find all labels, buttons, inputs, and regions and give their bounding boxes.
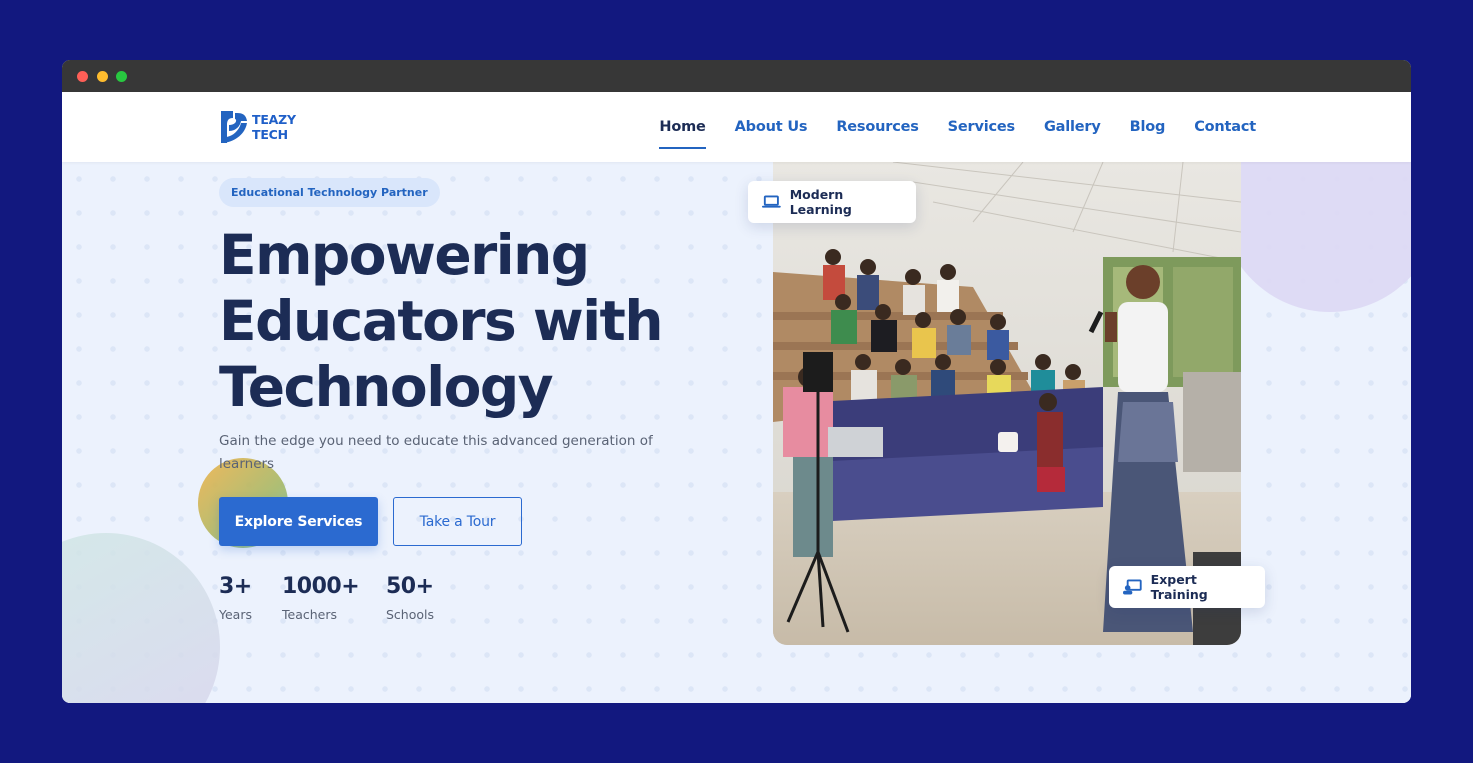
- expert-training-card: Expert Training: [1109, 566, 1265, 608]
- window-titlebar: [62, 60, 1411, 92]
- modern-learning-label: Modern Learning: [789, 187, 852, 217]
- headline-line-3: Technology: [219, 355, 554, 419]
- stat-value: 50+: [386, 574, 434, 599]
- maximize-window-button[interactable]: [116, 71, 127, 82]
- modern-learning-card: Modern Learning: [748, 181, 916, 223]
- explore-services-button[interactable]: Explore Services: [219, 497, 378, 546]
- decorative-circle-teal: [62, 533, 220, 703]
- nav-link-about-us[interactable]: About Us: [735, 119, 808, 135]
- logo-line-2: TECH: [252, 127, 288, 142]
- browser-window: TEAZY TECH Home About Us Resources Servi…: [62, 60, 1411, 703]
- site-logo[interactable]: TEAZY TECH: [219, 109, 296, 145]
- stat-value: 1000+: [282, 574, 360, 599]
- headline-line-2: Educators with: [219, 289, 664, 353]
- expert-training-label: Expert Training: [1150, 572, 1208, 602]
- stat-schools: 50+ Schools: [386, 574, 434, 622]
- site-header: TEAZY TECH Home About Us Resources Servi…: [62, 92, 1411, 162]
- headline-line-1: Empowering: [219, 223, 590, 287]
- hero-section: Educational Technology Partner Empowerin…: [62, 162, 1411, 703]
- nav-link-blog[interactable]: Blog: [1130, 119, 1166, 135]
- stat-label: Schools: [386, 607, 435, 622]
- decorative-circle-purple: [1220, 162, 1411, 312]
- stat-years: 3+ Years: [219, 574, 252, 622]
- nav-link-contact[interactable]: Contact: [1194, 119, 1256, 135]
- hero-badge: Educational Technology Partner: [219, 178, 440, 207]
- close-window-button[interactable]: [77, 71, 88, 82]
- minimize-window-button[interactable]: [97, 71, 108, 82]
- hero-subtitle: Gain the edge you need to educate this a…: [219, 433, 653, 472]
- nav-link-resources[interactable]: Resources: [836, 119, 919, 135]
- logo-mark-icon: [219, 109, 249, 145]
- nav-link-gallery[interactable]: Gallery: [1044, 119, 1101, 135]
- presenter-icon: [1123, 579, 1142, 595]
- stat-value: 3+: [219, 574, 252, 599]
- stat-label: Years: [219, 607, 252, 622]
- nav-link-services[interactable]: Services: [948, 119, 1016, 135]
- main-nav: Home About Us Resources Services Gallery…: [659, 92, 1256, 162]
- logo-text: TEAZY TECH: [252, 112, 296, 142]
- take-a-tour-button[interactable]: Take a Tour: [393, 497, 522, 546]
- nav-link-home[interactable]: Home: [659, 119, 706, 149]
- logo-line-1: TEAZY: [252, 112, 296, 127]
- laptop-icon: [762, 195, 781, 208]
- stat-label: Teachers: [282, 607, 337, 622]
- hero-headline: Empowering Educators with Technology: [219, 222, 739, 420]
- stat-teachers: 1000+ Teachers: [282, 574, 360, 622]
